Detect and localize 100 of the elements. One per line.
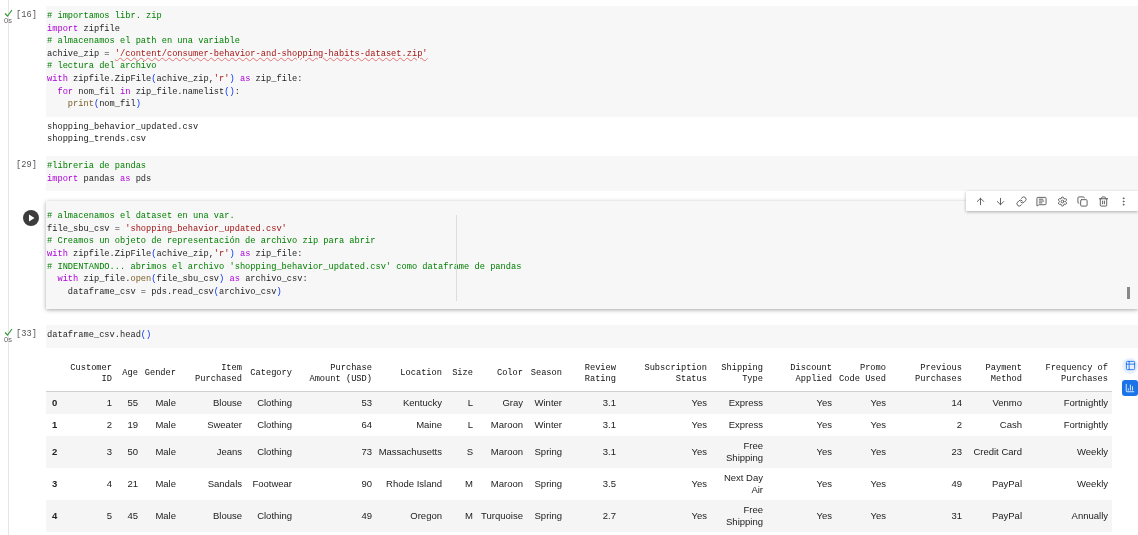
table-cell: Yes (691, 418, 707, 430)
table-cell: 14 (951, 397, 962, 409)
table-cell: Kentucky (402, 397, 442, 409)
table-cell: L (467, 397, 473, 409)
scrollbar-thumb[interactable] (1127, 287, 1130, 300)
table-cell: 21 (127, 477, 138, 489)
code-line: # INDENTANDO... abrimos el archivo 'shopping_behavior_updated.csv' como dataframe de pandas (47, 260, 522, 274)
table-cell: 2.7 (602, 509, 616, 521)
table-cell: Yes (870, 418, 886, 430)
table-cell: S (466, 445, 473, 457)
table-cell: PayPal (991, 477, 1022, 489)
table-cell: Weekly (1077, 477, 1108, 489)
table-cell: 4 (106, 477, 112, 489)
code-cell[interactable]: #libreria de pandas import pandas as pds (46, 155, 1138, 192)
column-header: Purchase Amount (USD) (309, 362, 372, 384)
output-line: shopping_behavior_updated.csv (47, 120, 199, 134)
table-cell: Express (728, 397, 763, 409)
table-cell: 55 (127, 397, 138, 409)
code-line: file_sbu_csv = 'shopping_behavior_updated.csv' (47, 222, 287, 236)
chart-button[interactable] (1122, 379, 1138, 396)
table-cell: Jeans (216, 445, 242, 457)
code-line: dataframe_csv.head() (47, 329, 152, 342)
code-line: import zipfile (47, 22, 120, 36)
table-cell: 3.1 (602, 445, 616, 457)
code-line: with zipfile.ZipFile(achive_zip,'r') as zip_file: (47, 72, 303, 86)
comment-icon[interactable] (1036, 195, 1048, 207)
column-header: Subscription Status (644, 362, 707, 384)
table-cell: Maroon (490, 418, 523, 430)
table-cell: Yes (870, 509, 886, 521)
table-cell: Male (155, 509, 176, 521)
code-line: # almacenamos el path en una variable (47, 35, 240, 48)
table-cell: Yes (816, 397, 832, 409)
table-cell: Free Shipping (726, 503, 763, 527)
table-cell: 3.1 (602, 397, 616, 409)
execution-count: [16] (16, 9, 37, 22)
row-index: 4 (52, 509, 58, 521)
table-cell: Next Day Air (723, 471, 763, 495)
table-cell: Fortnightly (1063, 418, 1108, 430)
column-header: Location (400, 368, 442, 379)
arrow-up-icon[interactable] (974, 195, 986, 207)
table-cell: Yes (816, 509, 832, 521)
link-icon[interactable] (1015, 195, 1027, 207)
column-header: Item Purchased (195, 362, 242, 384)
trash-icon[interactable] (1097, 195, 1109, 207)
table-cell: 45 (127, 509, 138, 521)
code-cell[interactable]: dataframe_csv.head() (46, 325, 1138, 348)
table-cell: 2 (956, 418, 962, 430)
table-cell: M (465, 509, 473, 521)
code-line: # Creamos un objeto de representación de archivo zip para abrir (47, 235, 376, 248)
table-cell: Blouse (212, 509, 242, 521)
table-cell: L (467, 418, 473, 430)
table-cell: Venmo (992, 397, 1022, 409)
bar-chart-icon (1125, 382, 1135, 393)
table-cell: Male (155, 445, 176, 457)
table-cell: Credit Card (973, 445, 1022, 457)
table-cell: 5 (106, 509, 112, 521)
code-line: with zip_file.open(file_sbu_csv) as archivo_csv: (56, 273, 308, 286)
table-cell: Male (155, 477, 176, 489)
table-cell: 3.5 (602, 477, 616, 489)
row-index: 1 (52, 418, 58, 430)
code-line: print(nom_fil) (66, 98, 141, 111)
column-header: Previous Purchases (915, 362, 962, 384)
table-cell: Yes (816, 418, 832, 430)
execution-count: [29] (16, 158, 37, 172)
table-cell: Oregon (410, 509, 442, 521)
table-cell: Spring (534, 445, 562, 457)
table-cell: Footwear (252, 477, 292, 489)
column-header: Frequency of Purchases (1045, 362, 1108, 384)
table-cell: Clothing (257, 445, 292, 457)
table-icon (1124, 360, 1136, 372)
table-cell: Turquoise (481, 509, 523, 521)
column-header: Age (122, 368, 138, 379)
table-cell: 3 (106, 445, 112, 457)
table-cell: PayPal (991, 509, 1022, 521)
table-cell: Maroon (490, 477, 523, 489)
copy-icon[interactable] (1077, 195, 1089, 207)
code-cell[interactable] (46, 201, 1138, 310)
table-cell: Massachusetts (378, 445, 442, 457)
arrow-down-icon[interactable] (995, 195, 1007, 207)
code-line: # lectura del archivo (47, 60, 157, 73)
table-cell: Yes (870, 445, 886, 457)
table-cell: Clothing (257, 509, 292, 521)
table-cell: M (465, 477, 473, 489)
column-header: Gender (144, 368, 176, 379)
table-cell: Free Shipping (726, 439, 763, 463)
code-line: achive_zip = '/content/consumer-behavior-and-shopping-habits-dataset.zip' (47, 47, 428, 61)
settings-icon[interactable] (1056, 195, 1068, 207)
row-index: 0 (52, 397, 58, 408)
column-header: Customer ID (70, 362, 112, 384)
table-cell: Maine (416, 418, 442, 430)
code-line: # importamos libr. zip (47, 10, 162, 23)
table-cell: 2 (106, 418, 112, 430)
column-header: Review Rating (584, 362, 616, 384)
table-cell: Yes (870, 397, 886, 409)
table-cell: Annually (1071, 509, 1108, 521)
code-cell[interactable] (46, 6, 1138, 117)
run-button[interactable] (23, 210, 39, 227)
table-cell: Blouse (212, 397, 242, 409)
table-view-button[interactable] (1122, 357, 1138, 374)
code-line: #libreria de pandas (47, 159, 147, 173)
